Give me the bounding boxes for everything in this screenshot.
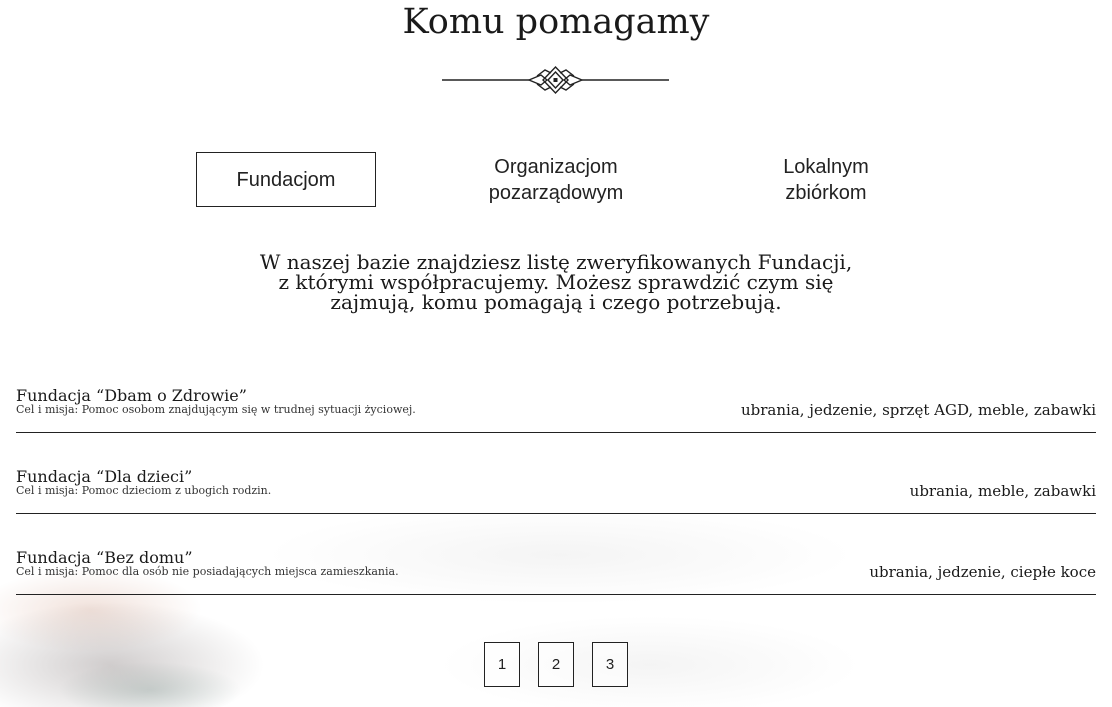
intro-text: W naszej bazie znajdziesz listę zweryfik… bbox=[256, 252, 856, 312]
tab-lokalnym-zbiorkom[interactable]: Lokalnym zbiórkom bbox=[736, 152, 916, 207]
list-item: Fundacja “Dla dzieci” Cel i misja: Pomoc… bbox=[16, 433, 1096, 514]
tab-label: zbiórkom bbox=[785, 181, 867, 204]
intro-line: W naszej bazie znajdziesz listę zweryfik… bbox=[259, 250, 853, 274]
tab-fundacjom[interactable]: Fundacjom bbox=[196, 152, 376, 207]
page-title: Komu pomagamy bbox=[402, 2, 710, 42]
organization-mission: Cel i misja: Pomoc dla osób nie posiadaj… bbox=[16, 565, 399, 578]
organization-list: Fundacja “Dbam o Zdrowie” Cel i misja: P… bbox=[16, 352, 1096, 595]
intro-line: zajmują, komu pomagają i czego potrzebuj… bbox=[330, 290, 782, 314]
category-tabs: Fundacjom Organizacjom pozarządowym Loka… bbox=[0, 152, 1112, 208]
organization-mission: Cel i misja: Pomoc osobom znajdującym si… bbox=[16, 403, 416, 416]
organization-mission: Cel i misja: Pomoc dzieciom z ubogich ro… bbox=[16, 484, 272, 497]
tab-label: Lokalnym bbox=[783, 155, 869, 178]
decorative-divider-icon bbox=[442, 65, 669, 95]
organization-needs: ubrania, jedzenie, sprzęt AGD, meble, za… bbox=[740, 401, 1096, 419]
page-button-2[interactable]: 2 bbox=[538, 642, 574, 687]
organization-needs: ubrania, jedzenie, ciepłe koce bbox=[869, 563, 1096, 581]
intro-line: z którymi współpracujemy. Możesz sprawdz… bbox=[278, 270, 834, 294]
tab-label: pozarządowym bbox=[488, 181, 624, 204]
pagination: 1 2 3 bbox=[0, 642, 1112, 688]
page-button-1[interactable]: 1 bbox=[484, 642, 520, 687]
tab-organizacjom-pozarzadowym[interactable]: Organizacjom pozarządowym bbox=[456, 152, 656, 207]
tab-label: Fundacjom bbox=[236, 168, 336, 191]
list-item: Fundacja “Dbam o Zdrowie” Cel i misja: P… bbox=[16, 352, 1096, 433]
tab-label: Organizacjom bbox=[494, 155, 618, 178]
page-button-3[interactable]: 3 bbox=[592, 642, 628, 687]
list-item: Fundacja “Bez domu” Cel i misja: Pomoc d… bbox=[16, 514, 1096, 595]
organization-needs: ubrania, meble, zabawki bbox=[909, 482, 1096, 500]
